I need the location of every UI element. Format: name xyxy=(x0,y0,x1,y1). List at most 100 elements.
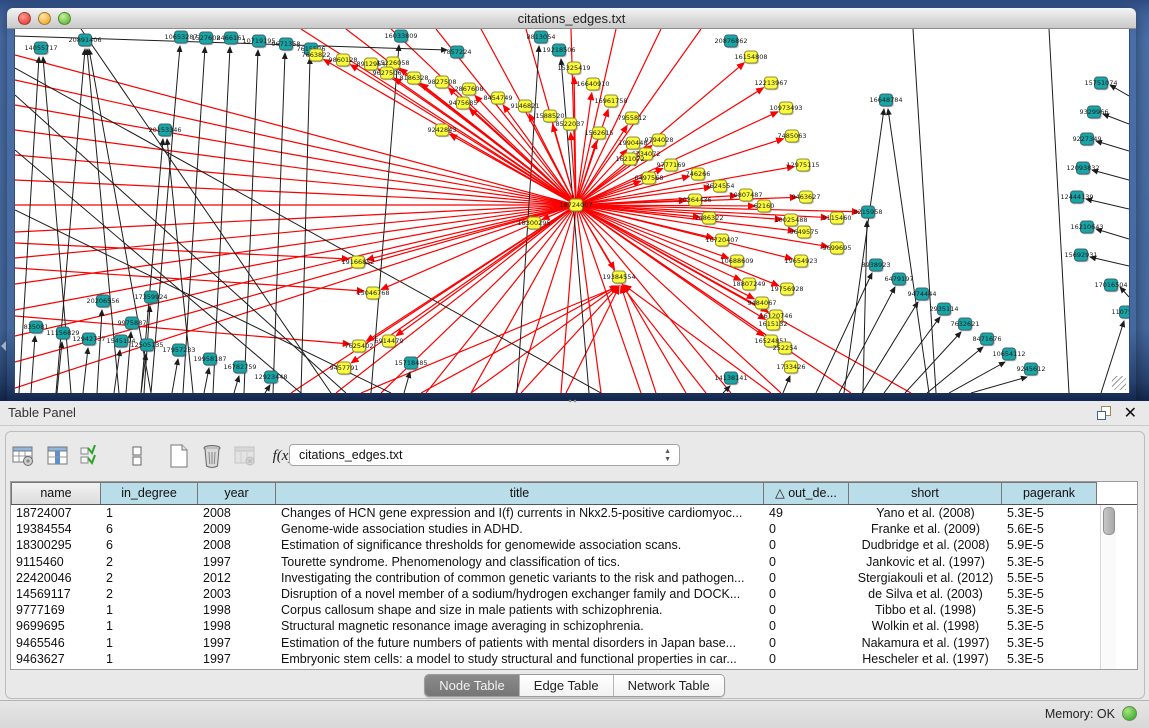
close-panel-icon[interactable]: ✕ xyxy=(1124,403,1137,423)
table-cell[interactable]: 1998 xyxy=(198,618,276,634)
table-cell[interactable]: Franke et al. (2009) xyxy=(849,521,1002,537)
table-cell[interactable]: 6 xyxy=(101,521,198,537)
table-cell[interactable]: 5.6E-5 xyxy=(1002,521,1097,537)
column-header-short[interactable]: short xyxy=(849,482,1002,504)
table-cell[interactable]: Jankovic et al. (1997) xyxy=(849,554,1002,570)
table-cell[interactable]: 1997 xyxy=(198,554,276,570)
table-cell[interactable]: 2 xyxy=(101,570,198,586)
table-cell[interactable]: Yano et al. (2008) xyxy=(849,505,1002,521)
table-cell[interactable]: 2 xyxy=(101,586,198,602)
table-cell[interactable]: 18300295 xyxy=(11,537,101,553)
table-cell[interactable]: 9777169 xyxy=(11,602,101,618)
table-cell[interactable]: 9465546 xyxy=(11,635,101,651)
show-columns-icon[interactable] xyxy=(45,443,71,469)
table-cell[interactable]: 5.9E-5 xyxy=(1002,537,1097,553)
table-cell[interactable]: 2003 xyxy=(198,586,276,602)
table-cell[interactable]: Corpus callosum shape and size in male p… xyxy=(276,602,764,618)
table-cell[interactable]: 2012 xyxy=(198,570,276,586)
table-cell[interactable]: 1998 xyxy=(198,602,276,618)
table-row[interactable]: 1938455462009Genome-wide association stu… xyxy=(11,521,1137,537)
table-row[interactable]: 946554611997Estimation of the future num… xyxy=(11,635,1137,651)
table-cell[interactable]: Hescheler et al. (1997) xyxy=(849,651,1002,667)
table-cell[interactable]: 5.5E-5 xyxy=(1002,570,1097,586)
table-row[interactable]: 977716911998Corpus callosum shape and si… xyxy=(11,602,1137,618)
table-cell[interactable]: 14569117 xyxy=(11,586,101,602)
table-cell[interactable]: 0 xyxy=(764,651,849,667)
table-cell[interactable]: 0 xyxy=(764,602,849,618)
table-cell[interactable]: 1 xyxy=(101,602,198,618)
table-cell[interactable]: 49 xyxy=(764,505,849,521)
table-cell[interactable]: Nakamura et al. (1997) xyxy=(849,635,1002,651)
tab-network-table[interactable]: Network Table xyxy=(614,675,724,696)
table-cell[interactable]: 22420046 xyxy=(11,570,101,586)
table-cell[interactable]: 1 xyxy=(101,505,198,521)
table-cell[interactable]: Tibbo et al. (1998) xyxy=(849,602,1002,618)
window-titlebar[interactable]: citations_edges.txt xyxy=(7,8,1136,29)
table-cell[interactable]: 2008 xyxy=(198,537,276,553)
network-table-selector[interactable]: citations_edges.txt ▲▼ xyxy=(289,444,680,466)
table-cell[interactable]: Changes of HCN gene expression and I(f) … xyxy=(276,505,764,521)
table-row[interactable]: 1456911722003Disruption of a novel membe… xyxy=(11,586,1137,602)
table-cell[interactable]: 2 xyxy=(101,554,198,570)
table-cell[interactable]: Embryonic stem cells: a model to study s… xyxy=(276,651,764,667)
table-cell[interactable]: 0 xyxy=(764,554,849,570)
table-cell[interactable]: 1 xyxy=(101,618,198,634)
table-cell[interactable]: 1 xyxy=(101,651,198,667)
table-cell[interactable]: 0 xyxy=(764,521,849,537)
table-cell[interactable]: Investigating the contribution of common… xyxy=(276,570,764,586)
canvas-resize-grip[interactable] xyxy=(1112,376,1126,390)
tab-edge-table[interactable]: Edge Table xyxy=(520,675,614,696)
delete-table-icon[interactable] xyxy=(232,443,258,469)
table-cell[interactable]: 6 xyxy=(101,537,198,553)
table-cell[interactable]: 5.3E-5 xyxy=(1002,505,1097,521)
delete-column-icon[interactable] xyxy=(199,443,225,469)
table-cell[interactable]: Estimation of the future numbers of pati… xyxy=(276,635,764,651)
table-cell[interactable]: Stergiakouli et al. (2012) xyxy=(849,570,1002,586)
table-cell[interactable]: 0 xyxy=(764,570,849,586)
table-cell[interactable]: Disruption of a novel member of a sodium… xyxy=(276,586,764,602)
table-cell[interactable]: 2008 xyxy=(198,505,276,521)
table-cell[interactable]: 1997 xyxy=(198,651,276,667)
table-cell[interactable]: 5.3E-5 xyxy=(1002,602,1097,618)
column-header-out_de[interactable]: △ out_de... xyxy=(764,482,849,504)
table-cell[interactable]: Structural magnetic resonance image aver… xyxy=(276,618,764,634)
table-row[interactable]: 2242004622012Investigating the contribut… xyxy=(11,570,1137,586)
table-cell[interactable]: 2009 xyxy=(198,521,276,537)
tab-node-table[interactable]: Node Table xyxy=(425,675,520,696)
table-cell[interactable]: 5.3E-5 xyxy=(1002,618,1097,634)
column-header-title[interactable]: title xyxy=(276,482,764,504)
column-header-year[interactable]: year xyxy=(198,482,276,504)
table-cell[interactable]: de Silva et al. (2003) xyxy=(849,586,1002,602)
new-table-icon[interactable] xyxy=(166,443,192,469)
network-canvas[interactable]: 1872400720891406140557171065328715276028… xyxy=(14,29,1130,393)
column-header-pagerank[interactable]: pagerank xyxy=(1002,482,1097,504)
table-cell[interactable]: 9115460 xyxy=(11,554,101,570)
table-cell[interactable]: Genome-wide association studies in ADHD. xyxy=(276,521,764,537)
table-cell[interactable]: 5.3E-5 xyxy=(1002,651,1097,667)
table-cell[interactable]: Wolkin et al. (1998) xyxy=(849,618,1002,634)
column-header-in_degree[interactable]: in_degree xyxy=(101,482,198,504)
table-cell[interactable]: 0 xyxy=(764,618,849,634)
table-row[interactable]: 946362711997Embryonic stem cells: a mode… xyxy=(11,651,1137,667)
table-cell[interactable]: Tourette syndrome. Phenomenology and cla… xyxy=(276,554,764,570)
table-cell[interactable]: 5.3E-5 xyxy=(1002,586,1097,602)
table-cell[interactable]: 0 xyxy=(764,635,849,651)
table-cell[interactable]: 19384554 xyxy=(11,521,101,537)
table-settings-icon[interactable] xyxy=(10,443,36,469)
table-cell[interactable]: 5.3E-5 xyxy=(1002,635,1097,651)
table-cell[interactable]: 0 xyxy=(764,586,849,602)
table-cell[interactable]: Estimation of significance thresholds fo… xyxy=(276,537,764,553)
row-height-icon[interactable] xyxy=(124,443,150,469)
table-cell[interactable]: 1 xyxy=(101,635,198,651)
table-row[interactable]: 911546021997Tourette syndrome. Phenomeno… xyxy=(11,554,1137,570)
column-header-name[interactable]: name xyxy=(11,482,101,504)
table-cell[interactable]: 0 xyxy=(764,537,849,553)
table-scrollbar-thumb[interactable] xyxy=(1103,507,1115,535)
table-row[interactable]: 1872400712008Changes of HCN gene express… xyxy=(11,505,1137,521)
table-cell[interactable]: 9463627 xyxy=(11,651,101,667)
table-cell[interactable]: Dudbridge et al. (2008) xyxy=(849,537,1002,553)
table-cell[interactable]: 9699695 xyxy=(11,618,101,634)
table-row[interactable]: 1830029562008Estimation of significance … xyxy=(11,537,1137,553)
table-cell[interactable]: 5.3E-5 xyxy=(1002,554,1097,570)
table-cell[interactable]: 1997 xyxy=(198,635,276,651)
